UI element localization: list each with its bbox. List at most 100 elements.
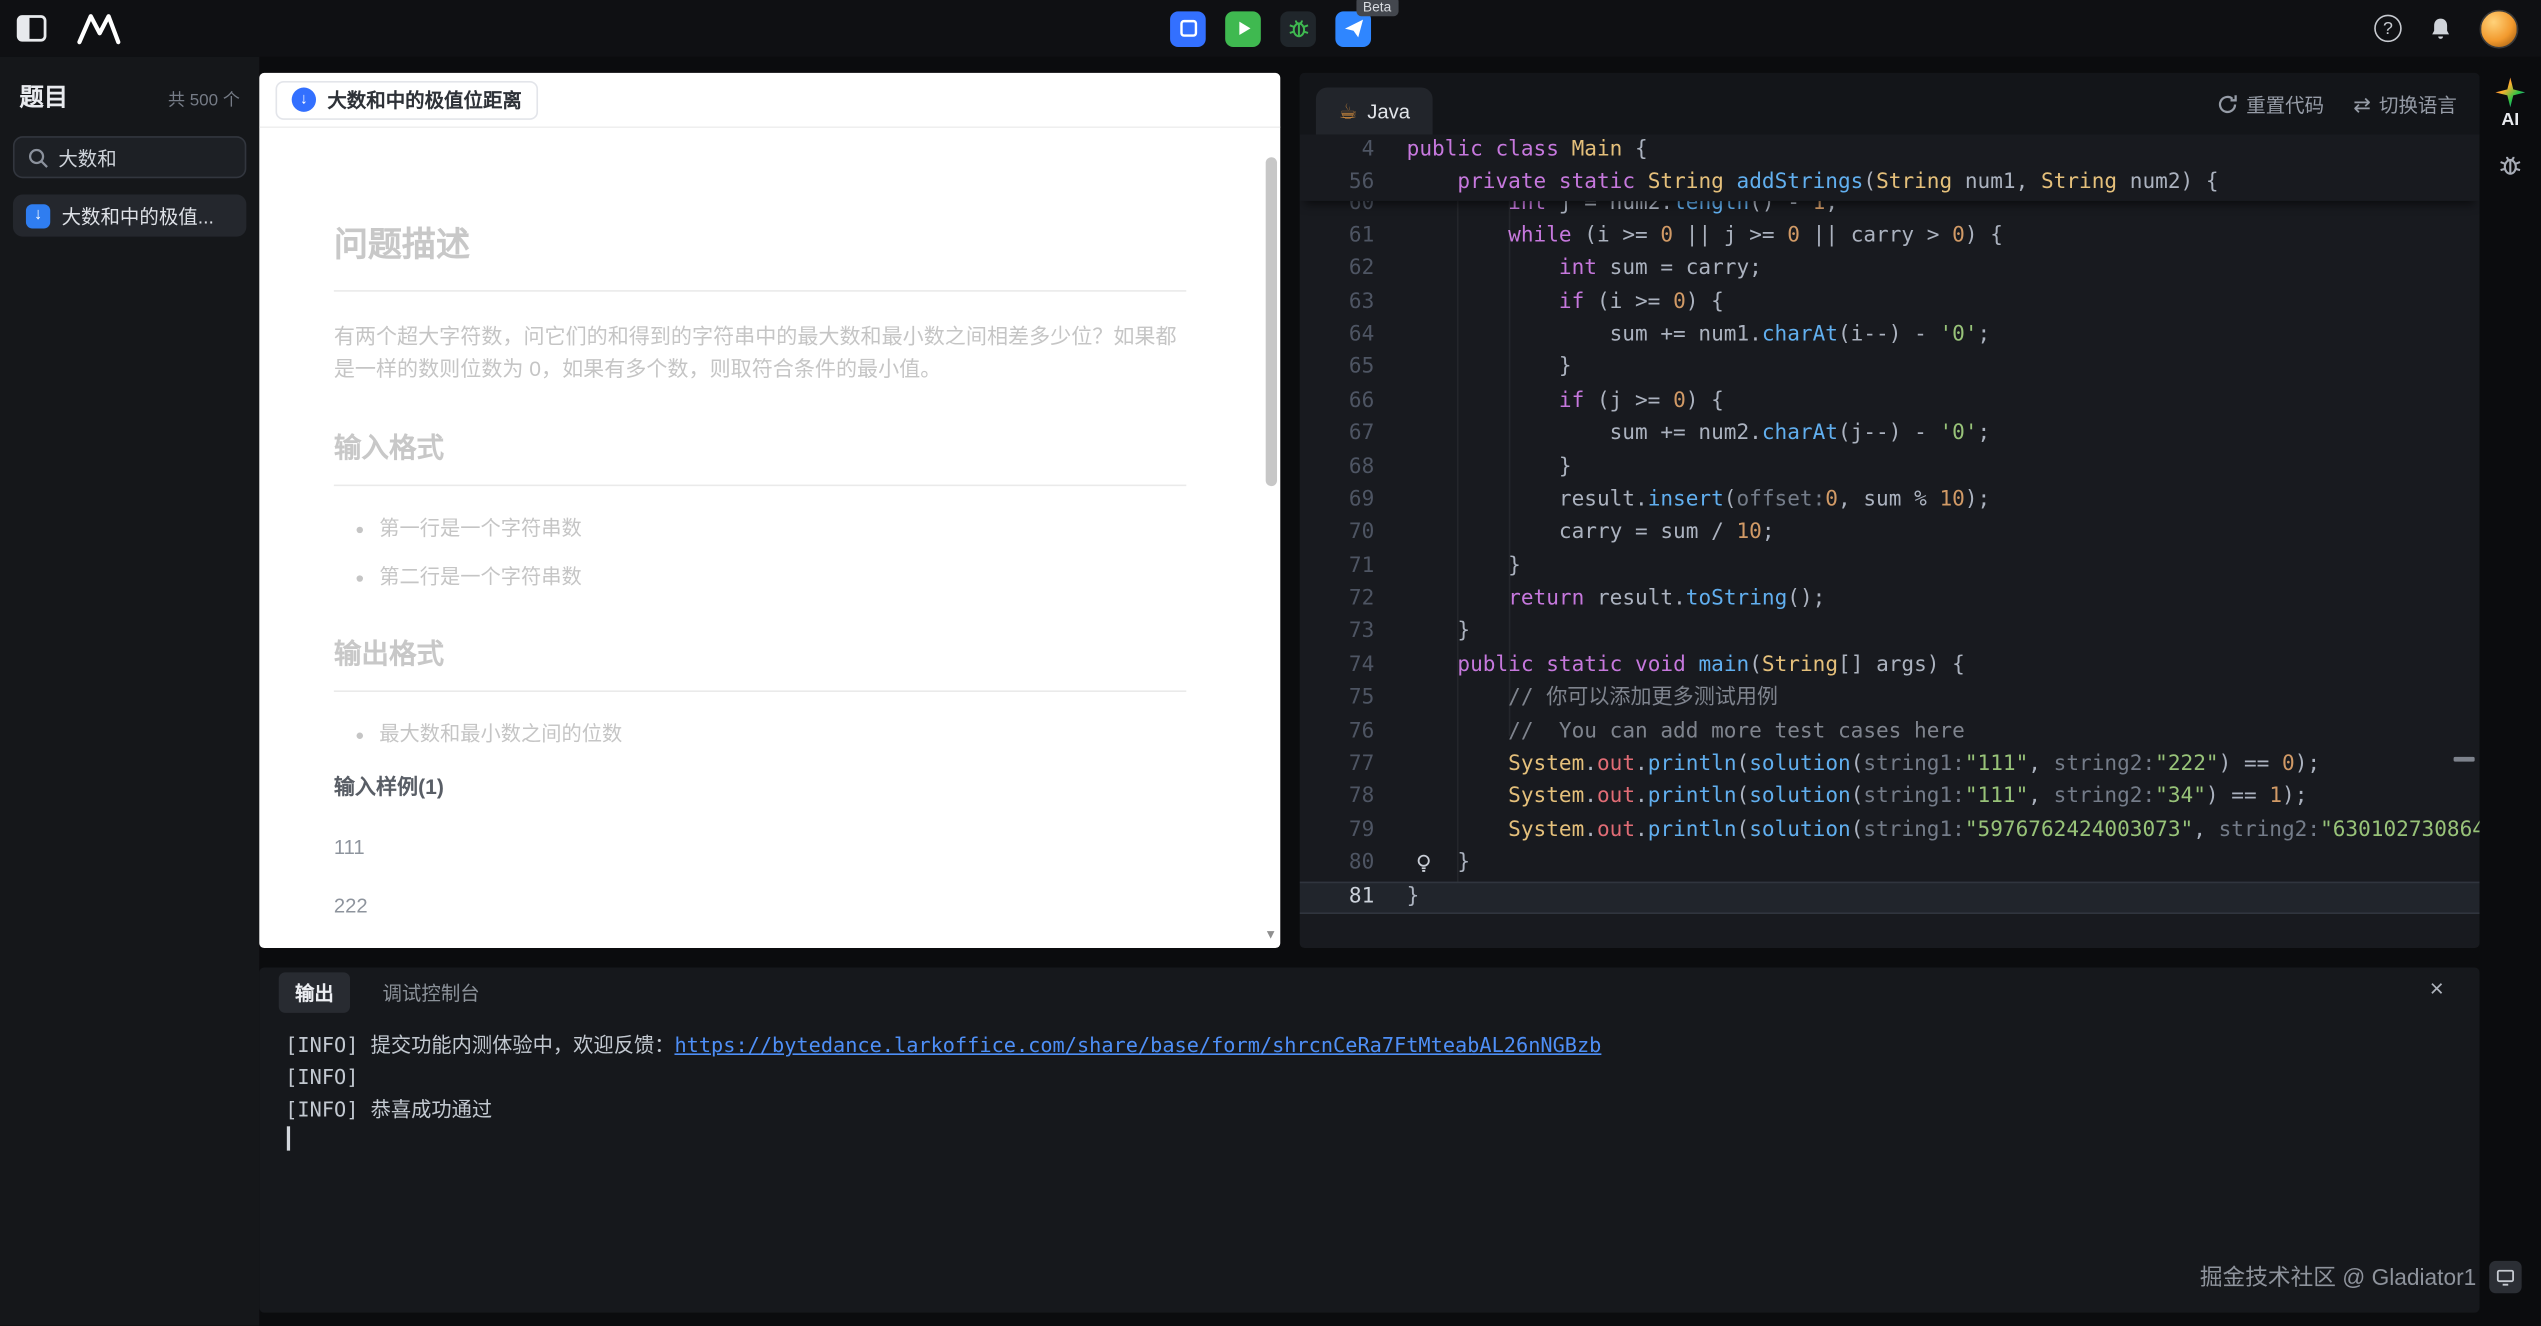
code-line[interactable]: 65 } [1300, 352, 2480, 385]
code-line[interactable]: 4public class Main { [1300, 135, 2480, 168]
line-number[interactable]: 74 [1300, 650, 1375, 683]
code-text: result.insert(offset:0, sum % 10); [1374, 484, 1990, 517]
code-text: sum += num1.charAt(i--) - '0'; [1374, 319, 1990, 352]
sidebar-toggle-button[interactable] [16, 13, 47, 44]
problem-panel: ↓ 大数和中的极值位距离 问题描述有两个超大字符数，问它们的和得到的字符串中的最… [259, 73, 1280, 948]
line-number[interactable]: 67 [1300, 418, 1375, 451]
line-number[interactable]: 62 [1300, 253, 1375, 286]
line-number[interactable]: 61 [1300, 220, 1375, 253]
code-line[interactable]: 71 } [1300, 550, 2480, 583]
reset-icon [2217, 93, 2238, 114]
line-number[interactable]: 81 [1300, 881, 1375, 914]
console-lines: [INFO] 提交功能内测体验中，欢迎反馈：https://bytedance.… [259, 1016, 2479, 1126]
problem-list: 第一行是一个字符串数第二行是一个字符串数 [334, 515, 1186, 591]
code-line[interactable]: 80 } [1300, 848, 2480, 881]
code-line[interactable]: 63 if (i >= 0) { [1300, 286, 2480, 319]
code-line[interactable]: 64 sum += num1.charAt(i--) - '0'; [1300, 319, 2480, 352]
code-text: } [1374, 451, 1571, 484]
code-line[interactable]: 74 public static void main(String[] args… [1300, 650, 2480, 683]
language-tab-label: Java [1367, 100, 1410, 123]
code-line[interactable]: 67 sum += num2.charAt(j--) - '0'; [1300, 418, 2480, 451]
debug-button[interactable] [1280, 11, 1316, 47]
line-number[interactable]: 72 [1300, 584, 1375, 617]
code-line[interactable]: 72 return result.toString(); [1300, 584, 2480, 617]
code-text: } [1374, 881, 1419, 914]
app-logo[interactable] [76, 11, 121, 47]
line-number[interactable]: 77 [1300, 749, 1375, 782]
log-level: [INFO] [285, 1065, 358, 1089]
line-number[interactable]: 60 [1300, 201, 1375, 207]
code-line[interactable]: 70 carry = sum / 10; [1300, 517, 2480, 550]
code-line[interactable]: 78 System.out.println(solution(string1:"… [1300, 782, 2480, 815]
line-number[interactable]: 76 [1300, 716, 1375, 749]
line-number[interactable]: 66 [1300, 385, 1375, 418]
code-text: public class Main { [1374, 135, 1647, 168]
search-input[interactable] [58, 146, 231, 169]
problem-tab[interactable]: ↓ 大数和中的极值位距离 [276, 80, 539, 119]
code-text: } [1374, 617, 1470, 650]
tab-output[interactable]: 输出 [279, 972, 350, 1013]
scrollbar-thumb[interactable] [1266, 157, 1277, 486]
tab-debug-console[interactable]: 调试控制台 [382, 978, 479, 1006]
editor-header: ☕ Java 重置代码 ⇄ 切换语言 [1300, 73, 2480, 135]
console-panel: 输出 调试控制台 × [INFO] 提交功能内测体验中，欢迎反馈：https:/… [259, 967, 2479, 1312]
line-number[interactable]: 70 [1300, 517, 1375, 550]
code-line[interactable]: 81} [1300, 881, 2480, 914]
line-number[interactable]: 79 [1300, 815, 1375, 848]
screen-button[interactable] [2489, 1261, 2521, 1293]
sidebar-item-problem[interactable]: ↓ 大数和中的极值... [13, 194, 246, 236]
code-line[interactable]: 56 private static String addStrings(Stri… [1300, 168, 2480, 201]
line-number[interactable]: 56 [1300, 168, 1375, 201]
line-number[interactable]: 80 [1300, 848, 1375, 881]
code-line[interactable]: 60 int j = num2.length() - 1; [1300, 201, 2480, 220]
java-icon: ☕ [1339, 100, 1358, 121]
code-line[interactable]: 62 int sum = carry; [1300, 253, 2480, 286]
line-number[interactable]: 4 [1300, 135, 1375, 168]
problem-paragraph: 有两个超大字符数，问它们的和得到的字符串中的最大数和最小数之间相差多少位？如果都… [334, 321, 1186, 386]
line-number[interactable]: 64 [1300, 319, 1375, 352]
code-text: System.out.println(solution(string1:"111… [1374, 782, 2307, 815]
scroll-down-icon[interactable]: ▼ [1264, 927, 1277, 942]
code-line[interactable]: 76 // You can add more test cases here [1300, 716, 2480, 749]
debug-tool-button[interactable] [2497, 152, 2523, 186]
console-link[interactable]: https://bytedance.larkoffice.com/share/b… [674, 1032, 1601, 1056]
code-line[interactable]: 69 result.insert(offset:0, sum % 10); [1300, 484, 2480, 517]
run-button[interactable] [1225, 11, 1261, 47]
language-tab[interactable]: ☕ Java [1316, 88, 1433, 135]
code-line[interactable]: 77 System.out.println(solution(string1:"… [1300, 749, 2480, 782]
code-text: while (i >= 0 || j >= 0 || carry > 0) { [1374, 220, 2003, 253]
code-editor[interactable]: 4public class Main {56 private static St… [1300, 135, 2480, 949]
line-number[interactable]: 71 [1300, 550, 1375, 583]
switch-icon: ⇄ [2353, 93, 2371, 114]
layout-button[interactable] [1170, 11, 1206, 47]
console-header: 输出 调试控制台 × [259, 967, 2479, 1016]
notifications-button[interactable] [2428, 15, 2454, 41]
line-number[interactable]: 69 [1300, 484, 1375, 517]
code-line[interactable]: 66 if (j >= 0) { [1300, 385, 2480, 418]
line-number[interactable]: 73 [1300, 617, 1375, 650]
switch-language-button[interactable]: ⇄ 切换语言 [2353, 90, 2457, 118]
close-console-button[interactable]: × [2430, 976, 2444, 1004]
line-number[interactable]: 75 [1300, 683, 1375, 716]
line-number[interactable]: 65 [1300, 352, 1375, 385]
help-button[interactable]: ? [2374, 15, 2402, 43]
code-line[interactable]: 61 while (i >= 0 || j >= 0 || carry > 0)… [1300, 220, 2480, 253]
problem-tab-icon: ↓ [292, 88, 316, 112]
line-number[interactable]: 68 [1300, 451, 1375, 484]
sidebar-title: 题目 [19, 79, 68, 113]
avatar[interactable] [2480, 9, 2519, 48]
problem-tab-title: 大数和中的极值位距离 [327, 86, 521, 114]
reset-code-button[interactable]: 重置代码 [2217, 90, 2324, 118]
line-number[interactable]: 63 [1300, 286, 1375, 319]
search-box[interactable] [13, 136, 246, 178]
ai-assistant-button[interactable]: AI [2494, 76, 2526, 129]
app: Beta ? 题目 共 500 个 ↓ 大 [0, 0, 2541, 1326]
lightbulb-icon[interactable] [1413, 853, 1436, 876]
watermark: 掘金技术社区 @ Gladiator1 [2200, 1261, 2522, 1293]
code-line[interactable]: 68 } [1300, 451, 2480, 484]
code-line[interactable]: 75 // 你可以添加更多测试用例 [1300, 683, 2480, 716]
code-line[interactable]: 73 } [1300, 617, 2480, 650]
beta-badge: Beta [1356, 0, 1397, 16]
line-number[interactable]: 78 [1300, 782, 1375, 815]
code-line[interactable]: 79 System.out.println(solution(string1:"… [1300, 815, 2480, 848]
